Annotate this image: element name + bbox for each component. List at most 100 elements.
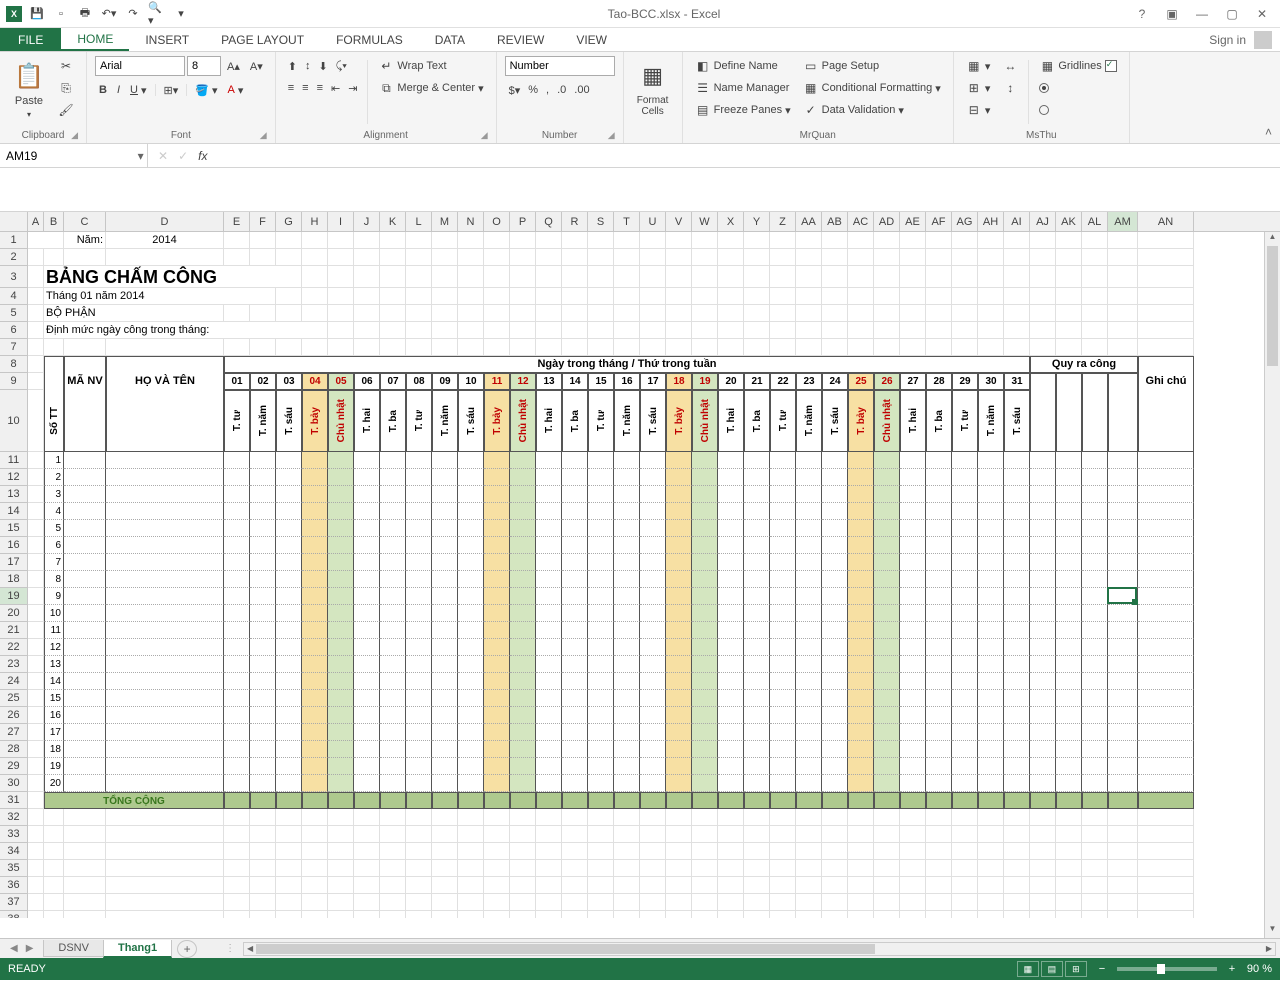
cell[interactable] [458, 690, 484, 707]
cell[interactable] [28, 911, 44, 918]
cell[interactable] [406, 894, 432, 911]
cell[interactable] [744, 622, 770, 639]
colhdr-O[interactable]: O [484, 212, 510, 231]
cell[interactable] [848, 339, 874, 356]
cell[interactable] [302, 305, 328, 322]
cell[interactable] [406, 266, 432, 288]
cell[interactable] [796, 305, 822, 322]
cell[interactable] [952, 232, 978, 249]
cell[interactable] [562, 894, 588, 911]
cell[interactable] [952, 894, 978, 911]
cell[interactable] [640, 758, 666, 775]
cell[interactable] [432, 339, 458, 356]
cell[interactable] [640, 656, 666, 673]
tab-pagelayout[interactable]: PAGE LAYOUT [205, 28, 320, 51]
rowhdr-34[interactable]: 34 [0, 843, 28, 860]
cell[interactable] [900, 322, 926, 339]
cell[interactable] [900, 605, 926, 622]
radio-opt[interactable] [1035, 78, 1120, 98]
cell[interactable] [1108, 911, 1138, 918]
cell[interactable] [1030, 724, 1056, 741]
colhdr-A[interactable]: A [28, 212, 44, 231]
cell[interactable] [1004, 758, 1030, 775]
cell[interactable] [406, 707, 432, 724]
cell[interactable] [770, 537, 796, 554]
cell[interactable] [380, 322, 406, 339]
cell[interactable] [250, 622, 276, 639]
cell[interactable] [536, 673, 562, 690]
orientation-button[interactable]: ⤹▾ [332, 56, 351, 76]
rowhdr-3[interactable]: 3 [0, 266, 28, 288]
cell[interactable] [822, 639, 848, 656]
cell[interactable] [510, 758, 536, 775]
cell[interactable] [302, 707, 328, 724]
cell[interactable] [1108, 588, 1138, 605]
cell[interactable] [28, 826, 44, 843]
cell[interactable] [1138, 537, 1194, 554]
cell[interactable] [796, 826, 822, 843]
cell[interactable] [562, 588, 588, 605]
cell[interactable] [640, 588, 666, 605]
cell[interactable] [250, 894, 276, 911]
cell[interactable] [640, 639, 666, 656]
cell[interactable] [822, 758, 848, 775]
cell[interactable] [302, 266, 328, 288]
cell[interactable] [432, 503, 458, 520]
cell[interactable] [44, 894, 64, 911]
cell[interactable] [640, 571, 666, 588]
cell[interactable] [328, 690, 354, 707]
cell[interactable] [510, 894, 536, 911]
cell[interactable] [64, 588, 106, 605]
colhdr-AD[interactable]: AD [874, 212, 900, 231]
cell[interactable] [562, 537, 588, 554]
rowhdr-2[interactable]: 2 [0, 249, 28, 266]
cell[interactable] [1138, 894, 1194, 911]
cell[interactable] [276, 775, 302, 792]
cell[interactable] [1004, 622, 1030, 639]
cell[interactable] [276, 724, 302, 741]
cell[interactable] [302, 911, 328, 918]
cell[interactable] [380, 503, 406, 520]
cell[interactable] [64, 758, 106, 775]
cell[interactable] [28, 656, 44, 673]
cell[interactable] [302, 894, 328, 911]
accounting-button[interactable]: $▾ [505, 80, 525, 100]
cell[interactable] [1030, 520, 1056, 537]
cell[interactable] [276, 452, 302, 469]
cell[interactable] [536, 486, 562, 503]
cell[interactable] [692, 605, 718, 622]
cell[interactable] [510, 826, 536, 843]
cell[interactable] [666, 249, 692, 266]
rowhdr-31[interactable]: 31 [0, 792, 28, 809]
cell[interactable] [744, 288, 770, 305]
cell[interactable]: 20 [44, 775, 64, 792]
cell[interactable] [1004, 690, 1030, 707]
cell[interactable] [1030, 537, 1056, 554]
cell[interactable] [458, 843, 484, 860]
cell[interactable] [874, 843, 900, 860]
cell[interactable] [432, 656, 458, 673]
cell[interactable] [328, 741, 354, 758]
incdec-button[interactable]: .0 [553, 80, 570, 100]
cell[interactable] [848, 656, 874, 673]
cell[interactable] [796, 622, 822, 639]
cell[interactable] [1082, 249, 1108, 266]
cell[interactable] [432, 622, 458, 639]
cell[interactable] [406, 911, 432, 918]
cell[interactable] [874, 690, 900, 707]
cell[interactable] [1082, 503, 1108, 520]
cell[interactable] [328, 322, 354, 339]
cell[interactable] [1030, 266, 1056, 288]
cell[interactable] [926, 305, 952, 322]
cell[interactable] [952, 707, 978, 724]
cell[interactable] [692, 843, 718, 860]
cell[interactable] [328, 622, 354, 639]
cell[interactable] [276, 537, 302, 554]
cell[interactable] [1030, 571, 1056, 588]
cell[interactable] [900, 758, 926, 775]
cell[interactable] [900, 894, 926, 911]
colhdr-AE[interactable]: AE [900, 212, 926, 231]
cell[interactable] [224, 503, 250, 520]
cell[interactable] [458, 305, 484, 322]
cell[interactable] [406, 690, 432, 707]
